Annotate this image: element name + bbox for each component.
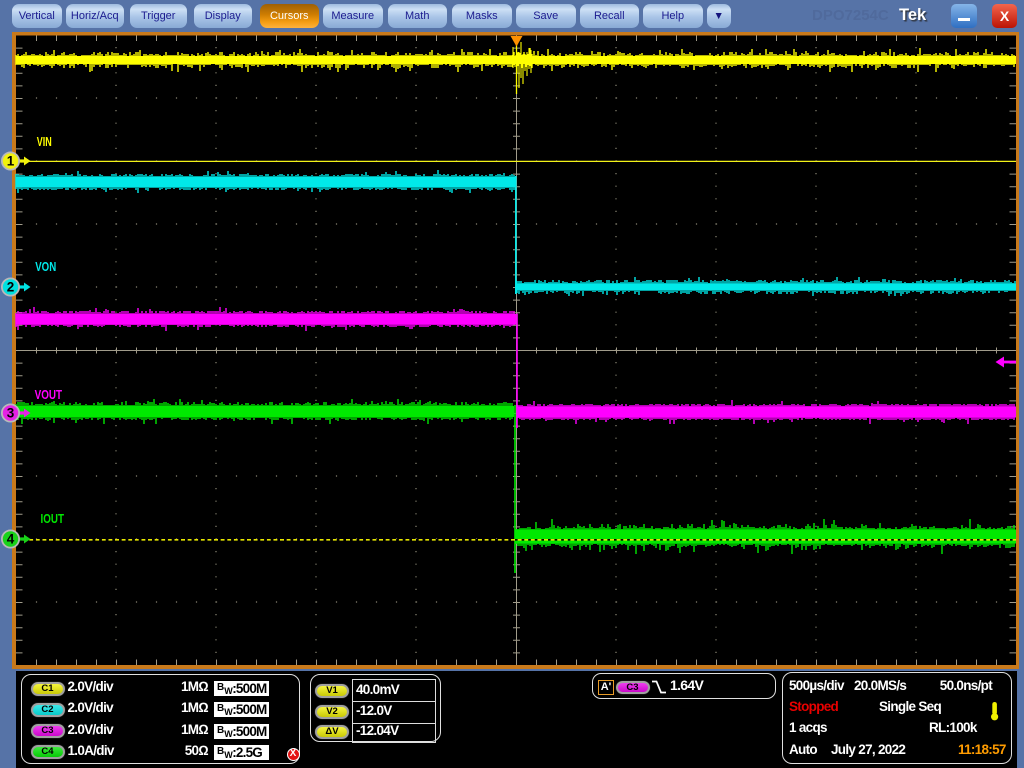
svg-text:3: 3: [7, 406, 15, 421]
svg-text:4: 4: [7, 532, 15, 547]
svg-text:2: 2: [7, 280, 15, 295]
svg-text:VIN: VIN: [37, 135, 52, 149]
svg-text:VOUT: VOUT: [35, 388, 63, 402]
svg-text:VON: VON: [35, 260, 56, 274]
svg-text:IOUT: IOUT: [41, 512, 65, 526]
svg-text:1: 1: [7, 154, 15, 169]
